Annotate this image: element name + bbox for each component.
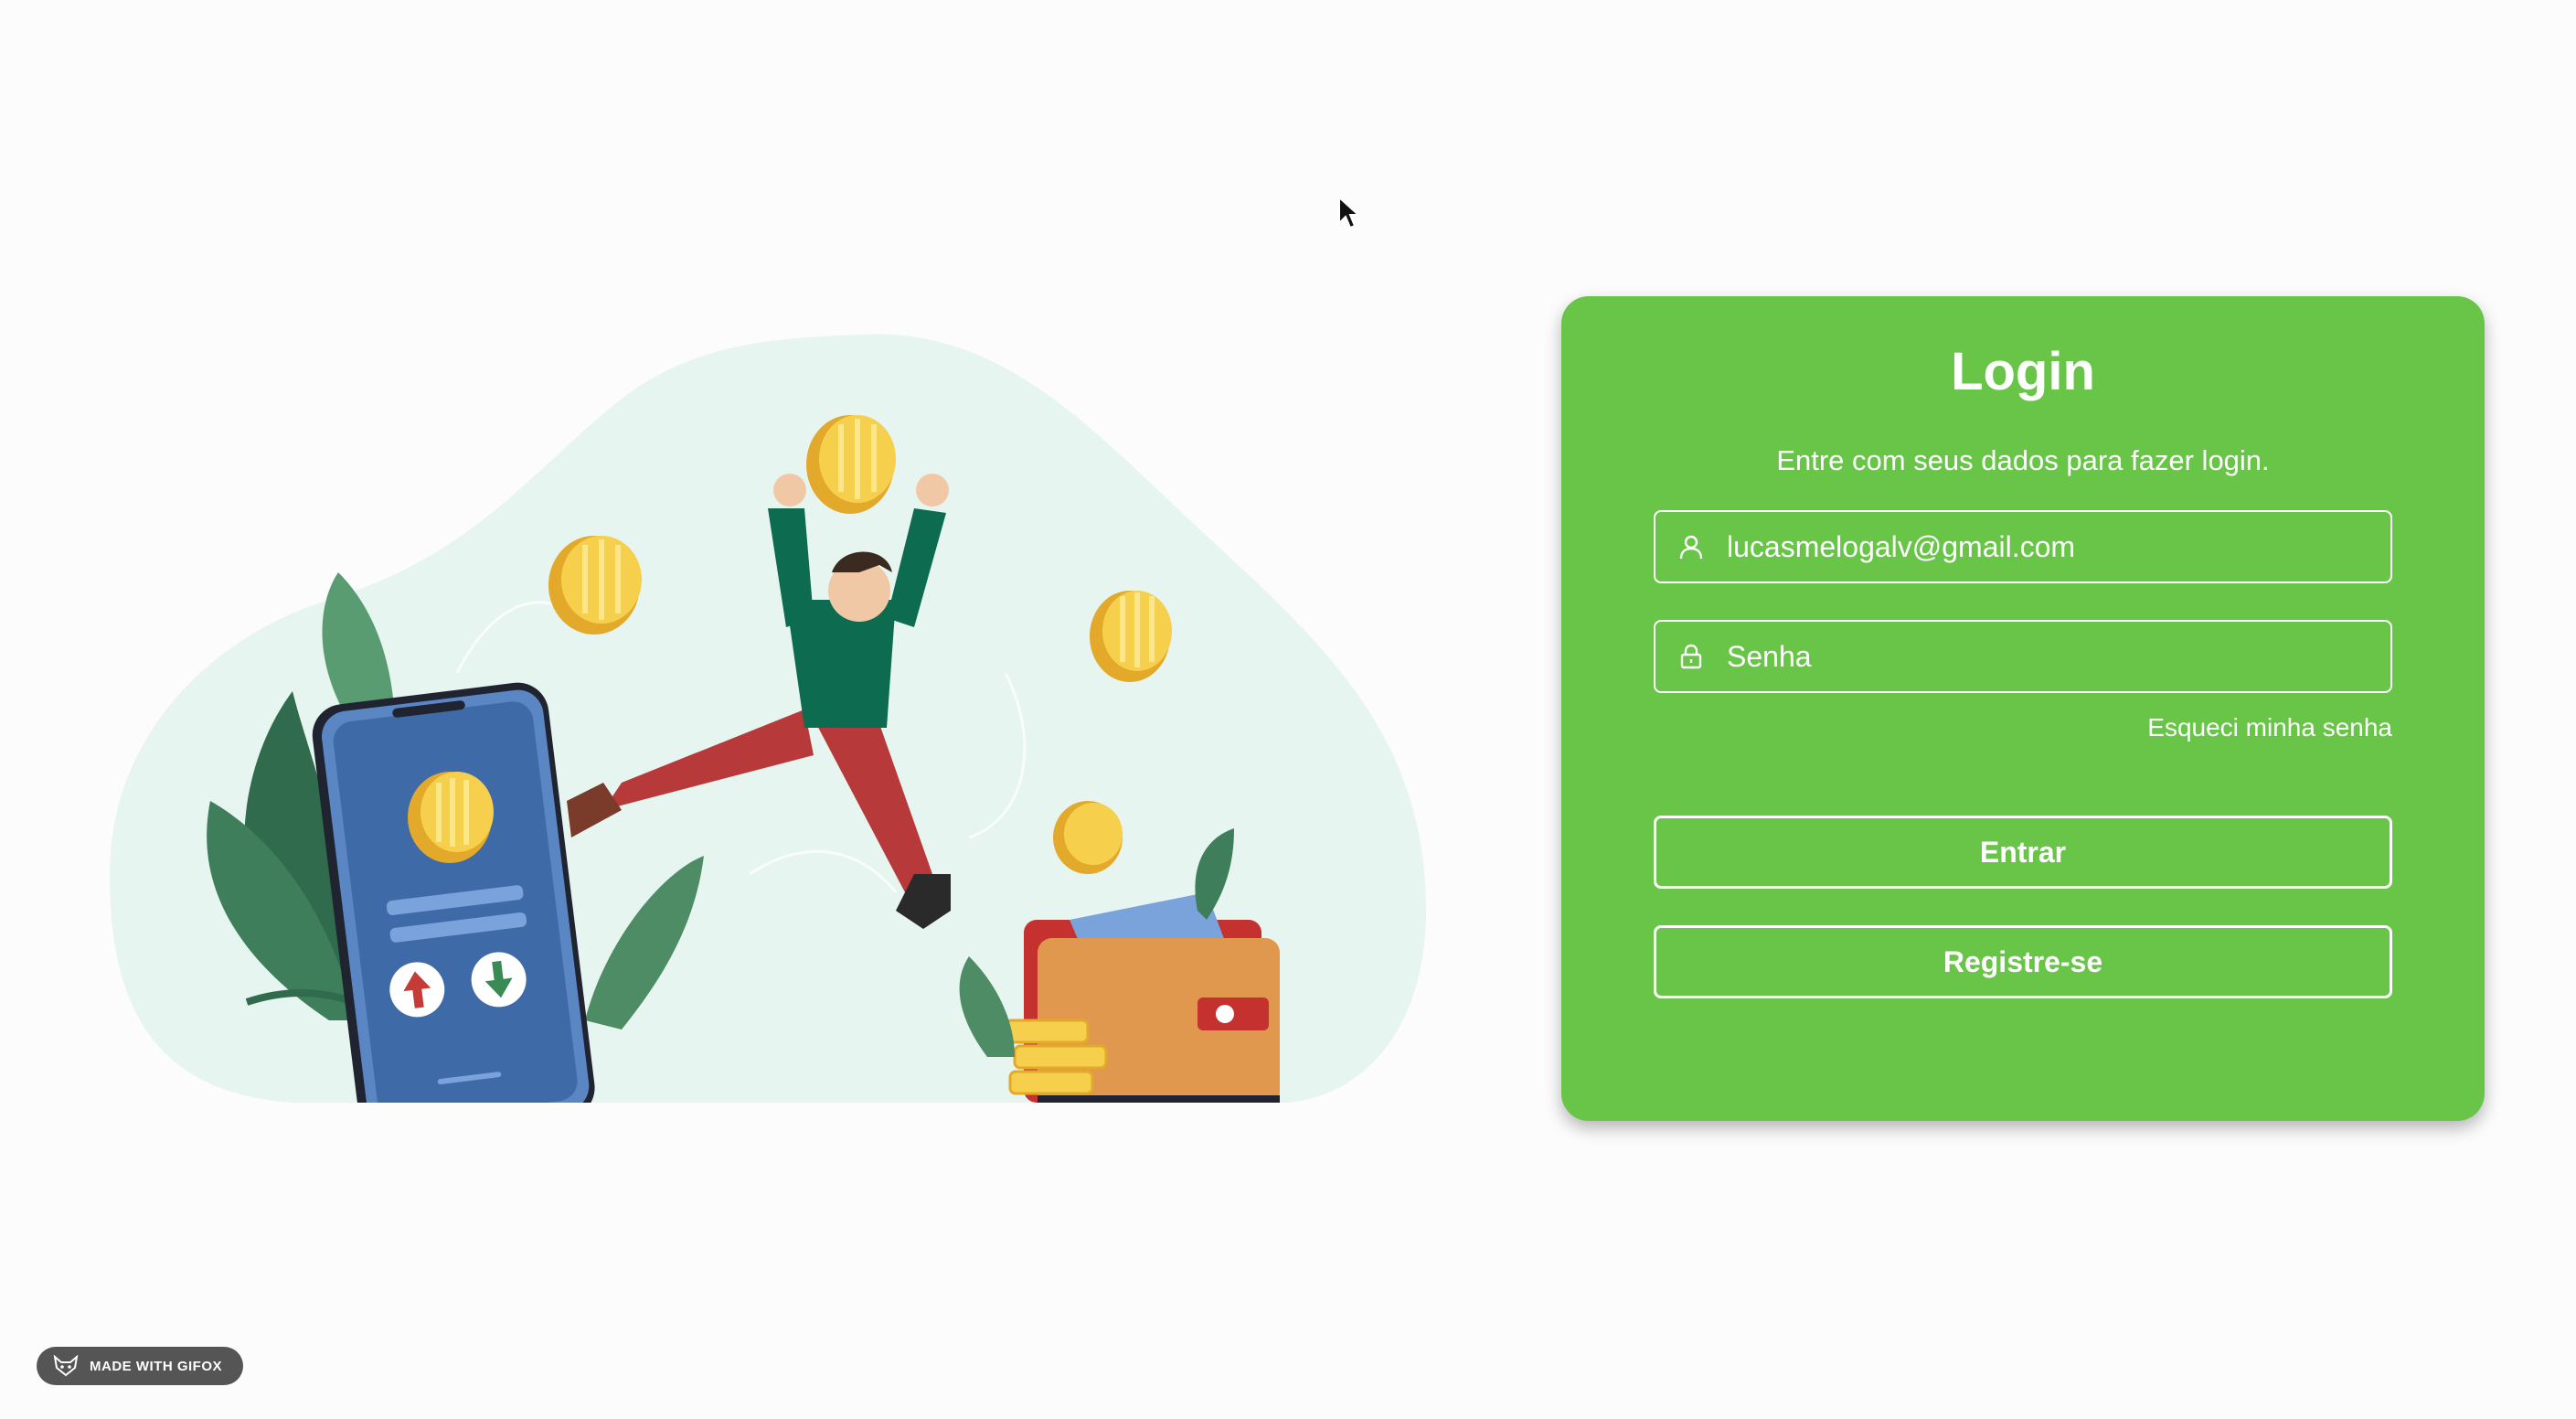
- email-input[interactable]: [1727, 512, 2390, 581]
- register-button[interactable]: Registre-se: [1654, 925, 2392, 998]
- badge-label: MADE WITH GIFOX: [90, 1358, 222, 1374]
- login-button[interactable]: Entrar: [1654, 816, 2392, 889]
- forgot-password-link[interactable]: Esqueci minha senha: [1654, 711, 2392, 744]
- login-subtitle: Entre com seus dados para fazer login.: [1776, 444, 2270, 476]
- password-input[interactable]: [1727, 622, 2390, 691]
- finance-illustration: [110, 325, 1426, 1103]
- made-with-gifox-badge: MADE WITH GIFOX: [37, 1347, 243, 1385]
- fox-icon: [53, 1355, 79, 1377]
- login-page: Login Entre com seus dados para fazer lo…: [0, 0, 2576, 1419]
- email-field[interactable]: [1654, 510, 2392, 583]
- login-card: Login Entre com seus dados para fazer lo…: [1561, 296, 2485, 1121]
- mouse-cursor-icon: [1337, 195, 1361, 230]
- lock-icon: [1677, 643, 1705, 670]
- password-field[interactable]: [1654, 620, 2392, 693]
- login-title: Login: [1951, 342, 2095, 401]
- user-icon: [1677, 533, 1705, 560]
